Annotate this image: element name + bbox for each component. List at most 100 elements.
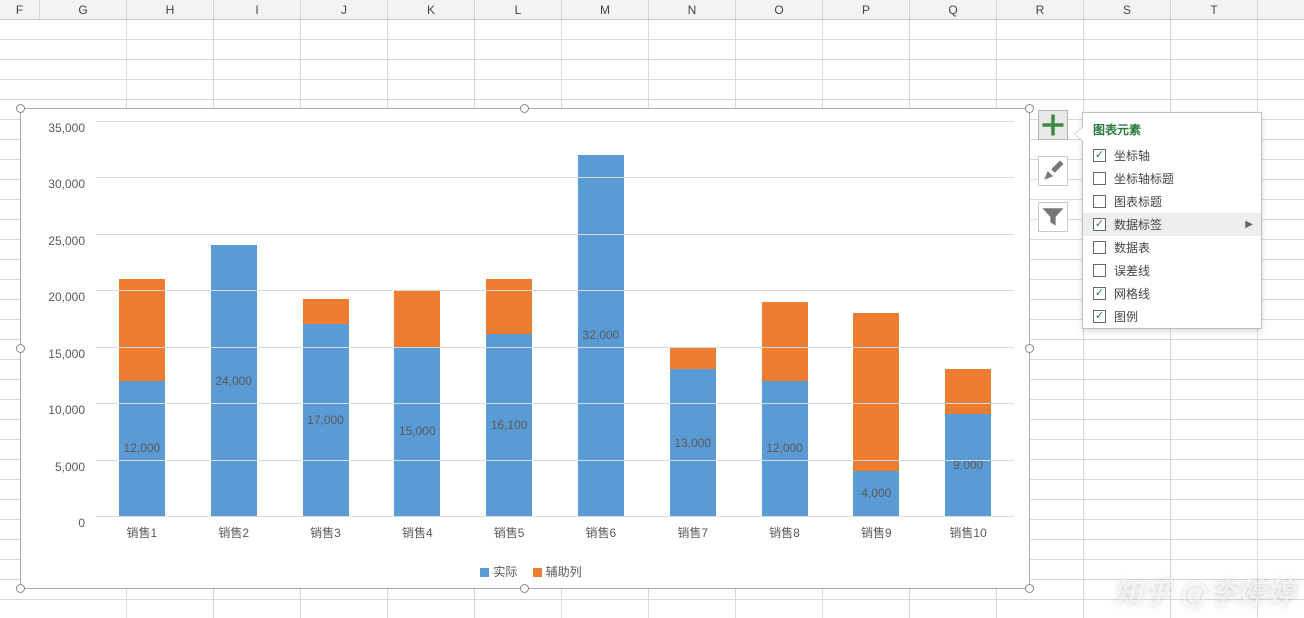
column-header[interactable]: S: [1084, 0, 1171, 19]
column-header[interactable]: R: [997, 0, 1084, 19]
column-header[interactable]: L: [475, 0, 562, 19]
plot-area[interactable]: 05,00010,00015,00020,00025,00030,00035,0…: [31, 121, 1019, 543]
gridline: [96, 290, 1014, 291]
panel-item[interactable]: 数据表: [1083, 236, 1261, 259]
resize-handle[interactable]: [16, 104, 25, 113]
panel-item-label: 误差线: [1114, 262, 1150, 279]
data-label: 12,000: [119, 441, 165, 455]
bar-series-2[interactable]: [945, 369, 991, 414]
column-header[interactable]: H: [127, 0, 214, 19]
panel-item-label: 坐标轴: [1114, 147, 1150, 164]
resize-handle[interactable]: [1025, 344, 1034, 353]
panel-item-label: 图例: [1114, 308, 1138, 325]
resize-handle[interactable]: [16, 344, 25, 353]
chart-elements-button[interactable]: [1038, 110, 1068, 140]
y-tick-label: 15,000: [48, 347, 85, 361]
panel-title: 图表元素: [1083, 113, 1261, 144]
chart-styles-button[interactable]: [1038, 156, 1068, 186]
chart-elements-panel: 图表元素 坐标轴坐标轴标题图表标题数据标签▶ 数据表误差线网格线图例: [1082, 112, 1262, 329]
panel-item[interactable]: 坐标轴标题: [1083, 167, 1261, 190]
legend-label: 实际: [493, 565, 517, 579]
data-label: 12,000: [762, 441, 808, 455]
data-label: 13,000: [670, 436, 716, 450]
funnel-icon: [1039, 203, 1067, 231]
x-tick-label: 销售5: [469, 524, 549, 541]
y-tick-label: 30,000: [48, 177, 85, 191]
checkbox[interactable]: [1093, 195, 1106, 208]
bar-series-2[interactable]: [119, 279, 165, 381]
plus-icon: [1039, 111, 1067, 139]
x-tick-label: 销售10: [928, 524, 1008, 541]
panel-item[interactable]: 网格线: [1083, 282, 1261, 305]
resize-handle[interactable]: [1025, 104, 1034, 113]
legend-label: 辅助列: [546, 565, 582, 579]
column-header[interactable]: F: [0, 0, 40, 19]
panel-item-label: 数据标签: [1114, 216, 1162, 233]
checkbox[interactable]: [1093, 264, 1106, 277]
checkbox[interactable]: [1093, 172, 1106, 185]
column-headers: F G H I J K L M N O P Q R S T: [0, 0, 1304, 20]
data-label: 24,000: [211, 374, 257, 388]
bar-series-2[interactable]: [486, 279, 532, 334]
data-label: 4,000: [853, 486, 899, 500]
panel-item[interactable]: 图表标题: [1083, 190, 1261, 213]
chart-filter-button[interactable]: [1038, 202, 1068, 232]
gridline: [96, 403, 1014, 404]
embedded-chart[interactable]: 05,00010,00015,00020,00025,00030,00035,0…: [20, 108, 1030, 589]
legend-swatch: [480, 568, 489, 577]
resize-handle[interactable]: [520, 104, 529, 113]
y-tick-label: 25,000: [48, 234, 85, 248]
y-axis: 05,00010,00015,00020,00025,00030,00035,0…: [31, 121, 91, 516]
checkbox[interactable]: [1093, 218, 1106, 231]
column-header[interactable]: O: [736, 0, 823, 19]
panel-item-label: 数据表: [1114, 239, 1150, 256]
column-header[interactable]: T: [1171, 0, 1258, 19]
y-tick-label: 5,000: [55, 460, 85, 474]
x-tick-label: 销售3: [286, 524, 366, 541]
gridline: [96, 460, 1014, 461]
column-header[interactable]: J: [301, 0, 388, 19]
column-header[interactable]: N: [649, 0, 736, 19]
checkbox[interactable]: [1093, 310, 1106, 323]
y-tick-label: 10,000: [48, 403, 85, 417]
column-header[interactable]: K: [388, 0, 475, 19]
x-axis: 销售1销售2销售3销售4销售5销售6销售7销售8销售9销售10: [96, 521, 1014, 543]
panel-item[interactable]: 坐标轴: [1083, 144, 1261, 167]
panel-item[interactable]: 图例: [1083, 305, 1261, 328]
bar-series-2[interactable]: [303, 299, 349, 324]
data-label: 17,000: [303, 413, 349, 427]
x-tick-label: 销售4: [377, 524, 457, 541]
x-tick-label: 销售9: [836, 524, 916, 541]
paintbrush-icon: [1039, 157, 1067, 185]
panel-item-label: 坐标轴标题: [1114, 170, 1174, 187]
data-label: 16,100: [486, 418, 532, 432]
gridline: [96, 347, 1014, 348]
checkbox[interactable]: [1093, 287, 1106, 300]
checkbox[interactable]: [1093, 241, 1106, 254]
y-tick-label: 35,000: [48, 121, 85, 135]
panel-item[interactable]: 误差线: [1083, 259, 1261, 282]
column-header[interactable]: G: [40, 0, 127, 19]
gridline: [96, 516, 1014, 517]
gridline: [96, 121, 1014, 122]
legend[interactable]: 实际 辅助列: [21, 563, 1029, 580]
resize-handle[interactable]: [1025, 584, 1034, 593]
bar-series-2[interactable]: [853, 313, 899, 471]
x-tick-label: 销售7: [653, 524, 733, 541]
resize-handle[interactable]: [520, 584, 529, 593]
x-tick-label: 销售1: [102, 524, 182, 541]
bar-series-2[interactable]: [762, 302, 808, 381]
x-tick-label: 销售2: [194, 524, 274, 541]
column-header[interactable]: P: [823, 0, 910, 19]
bar-series-2[interactable]: [394, 290, 440, 346]
resize-handle[interactable]: [16, 584, 25, 593]
column-header[interactable]: Q: [910, 0, 997, 19]
gridline: [96, 177, 1014, 178]
panel-item[interactable]: 数据标签▶: [1083, 213, 1261, 236]
column-header[interactable]: I: [214, 0, 301, 19]
bar-series-2[interactable]: [670, 347, 716, 370]
data-label: 32,000: [578, 328, 624, 342]
column-header[interactable]: M: [562, 0, 649, 19]
x-tick-label: 销售8: [745, 524, 825, 541]
checkbox[interactable]: [1093, 149, 1106, 162]
